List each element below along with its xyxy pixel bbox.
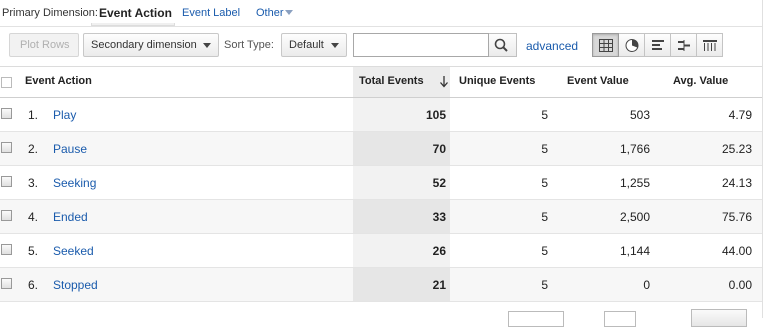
pivot-icon [703,40,717,51]
bar-chart-icon [652,40,664,50]
plot-rows-label: Plot Rows [20,39,70,51]
select-all-checkbox[interactable] [1,77,12,88]
dimension-bar: Primary Dimension: Event Action Event La… [0,0,767,26]
event-value-cell: 1,255 [619,176,650,190]
comparison-icon [678,40,690,51]
header-event-value[interactable]: Event Value [567,75,629,87]
total-events-cell: 26 [432,244,446,258]
row-checkbox[interactable] [1,244,12,255]
event-action-link[interactable]: Play [53,108,76,122]
rows-per-page-select[interactable] [508,311,564,327]
total-events-cell: 70 [432,142,446,156]
performance-view-button[interactable] [644,33,671,57]
avg-value-cell: 25.23 [721,142,752,156]
table-row: 5. Seeked 26 5 1,144 44.00 [0,234,762,268]
row-checkbox[interactable] [1,176,12,187]
pivot-view-button[interactable] [696,33,723,57]
table-row: 2. Pause 70 5 1,766 25.23 [0,132,762,166]
event-value-cell: 1,766 [619,142,650,156]
avg-value-cell: 24.13 [721,176,752,190]
event-action-link[interactable]: Seeked [53,244,94,258]
event-action-link[interactable]: Stopped [53,278,98,292]
sort-type-value: Default [289,39,324,51]
tab-other[interactable]: Other [256,7,284,19]
row-checkbox[interactable] [1,278,12,289]
avg-value-cell: 4.79 [728,108,752,122]
avg-value-cell: 0.00 [728,278,752,292]
row-index: 5. [27,244,38,258]
row-index: 2. [27,142,38,156]
search-button[interactable] [489,33,517,57]
search-icon [494,38,508,52]
pie-chart-icon [625,39,639,52]
search-input[interactable] [353,33,489,57]
pie-view-button[interactable] [618,33,645,57]
header-avg-value[interactable]: Avg. Value [673,75,728,87]
row-checkbox[interactable] [1,142,12,153]
avg-value-cell: 44.00 [721,244,752,258]
avg-value-cell: 75.76 [721,210,752,224]
unique-events-cell: 5 [541,142,548,156]
data-table: Event Action Total Events Unique Events … [0,66,762,302]
table-view-button[interactable] [592,33,619,57]
event-value-cell: 2,500 [619,210,650,224]
chevron-down-icon [331,43,339,48]
event-value-cell: 1,144 [619,244,650,258]
event-value-cell: 503 [629,108,650,122]
row-checkbox[interactable] [1,210,12,221]
table-row: 4. Ended 33 5 2,500 75.76 [0,200,762,234]
table-row: 3. Seeking 52 5 1,255 24.13 [0,166,762,200]
total-events-cell: 33 [432,210,446,224]
primary-dimension-label: Primary Dimension: [2,7,98,19]
row-index: 1. [27,108,38,122]
sort-type-dropdown[interactable]: Default [281,33,347,57]
row-index: 4. [27,210,38,224]
pagination-buttons[interactable] [691,309,747,327]
total-events-cell: 21 [432,278,446,292]
chevron-down-icon [285,10,293,15]
grid-icon [599,39,613,52]
unique-events-cell: 5 [541,108,548,122]
header-event-action[interactable]: Event Action [25,75,92,87]
table-row: 1. Play 105 5 503 4.79 [0,98,762,132]
chevron-down-icon [203,43,211,48]
unique-events-cell: 5 [541,176,548,190]
row-index: 3. [27,176,38,190]
tab-event-action[interactable]: Event Action [99,6,172,20]
comparison-view-button[interactable] [670,33,697,57]
view-switcher [592,33,723,57]
toolbar: Plot Rows Secondary dimension Sort Type:… [0,26,767,67]
sort-arrow-down-icon [440,76,448,88]
secondary-dimension-dropdown[interactable]: Secondary dimension [83,33,219,57]
header-unique-events[interactable]: Unique Events [459,75,535,87]
sort-type-label: Sort Type: [224,39,274,51]
scrollbar[interactable] [762,0,767,318]
header-total-events[interactable]: Total Events [359,75,424,87]
secondary-dimension-label: Secondary dimension [91,39,197,51]
go-to-page-input[interactable] [604,311,636,327]
row-checkbox[interactable] [1,108,12,119]
unique-events-cell: 5 [541,278,548,292]
unique-events-cell: 5 [541,210,548,224]
total-events-cell: 105 [425,108,446,122]
table-row: 6. Stopped 21 5 0 0.00 [0,268,762,302]
table-header: Event Action Total Events Unique Events … [0,66,762,98]
event-value-cell: 0 [643,278,650,292]
event-action-link[interactable]: Seeking [53,176,96,190]
event-action-link[interactable]: Ended [53,210,88,224]
tab-event-label[interactable]: Event Label [182,7,240,19]
plot-rows-button[interactable]: Plot Rows [9,33,79,57]
event-action-link[interactable]: Pause [53,142,87,156]
unique-events-cell: 5 [541,244,548,258]
row-index: 6. [27,278,38,292]
total-events-cell: 52 [432,176,446,190]
advanced-link[interactable]: advanced [526,39,578,53]
